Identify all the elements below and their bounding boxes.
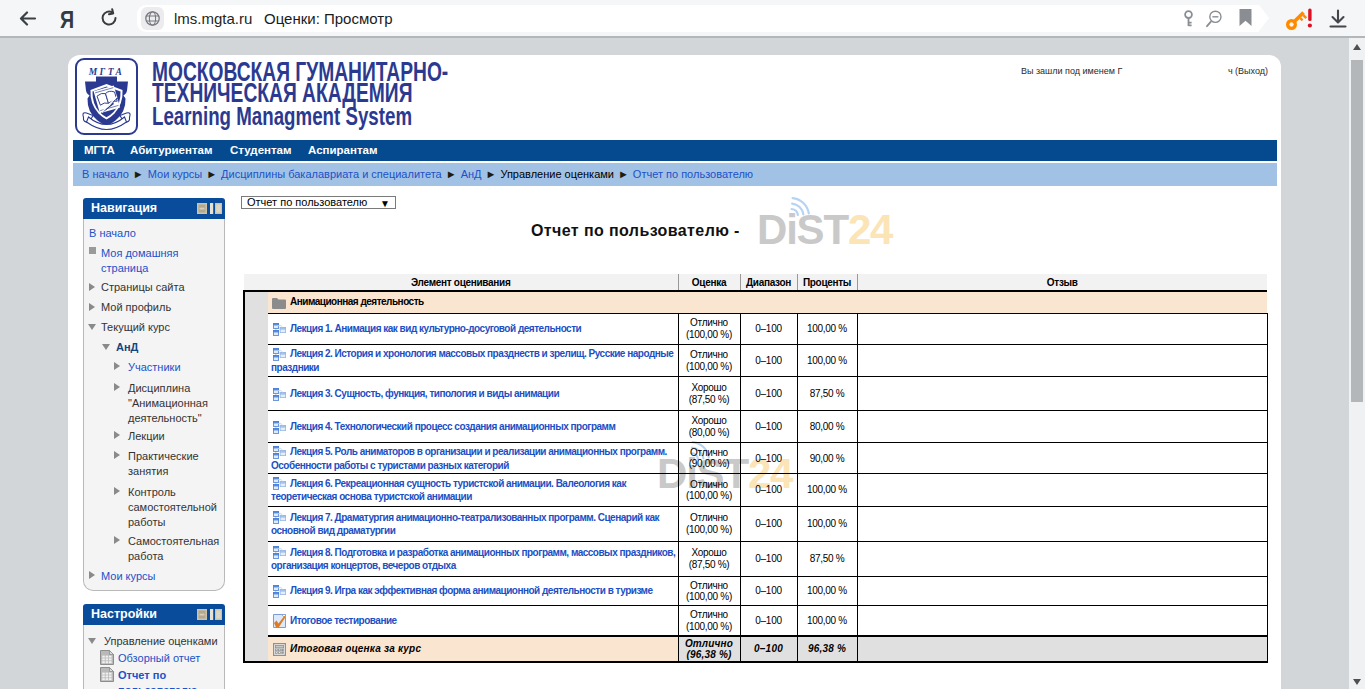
svg-text:МГТА: МГТА <box>88 67 125 77</box>
